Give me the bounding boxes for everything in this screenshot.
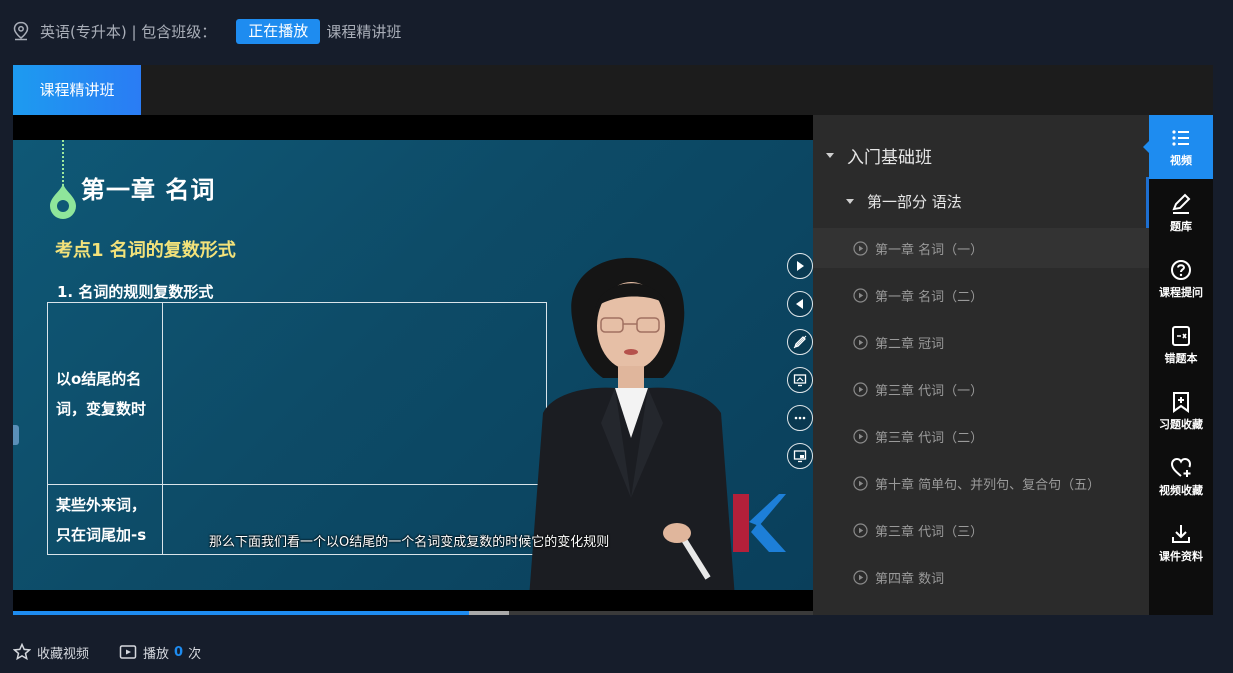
sidebar-item-wrong-book[interactable]: 错题本 <box>1149 313 1213 377</box>
lecture-slide: 第一章 名词 考点1 名词的复数形式 1. 名词的规则复数形式 以o结尾的名 词… <box>13 140 813 590</box>
class-tab-bar: 课程精讲班 <box>13 65 1213 115</box>
playlist-item-title: 第一章 名词（一） <box>875 242 984 258</box>
cell-line: 词，变复数时 <box>56 399 147 418</box>
playlist-item-title: 第三章 代词（一） <box>875 383 984 399</box>
slide-table: 以o结尾的名 词，变复数时 某些外来词， 只在词尾加-s <box>47 302 547 555</box>
sidebar-item-video-favorites[interactable]: 视频收藏 <box>1149 445 1213 509</box>
sidebar-label: 视频 <box>1170 153 1192 167</box>
sidebar-item-video[interactable]: 视频 <box>1143 115 1213 179</box>
player-frame: 课程精讲班 第一章 名词 考点1 名词的复数形式 1. 名词的规则复数形式 以o… <box>13 65 1213 615</box>
caret-down-icon <box>846 199 854 204</box>
more-icon[interactable] <box>787 405 813 431</box>
playlist-item-title: 第三章 代词（二） <box>875 430 984 446</box>
sidebar-item-course-materials[interactable]: 课件资料 <box>1149 511 1213 575</box>
favorite-label: 收藏视频 <box>37 646 90 662</box>
video-player[interactable]: 第一章 名词 考点1 名词的复数形式 1. 名词的规则复数形式 以o结尾的名 词… <box>13 115 813 615</box>
video-tool-column <box>787 253 813 481</box>
played-bar <box>13 611 469 615</box>
playlist-item[interactable]: 第一章 名词（一） <box>813 228 1149 268</box>
sidebar-label: 课件资料 <box>1159 549 1203 563</box>
video-subtitle: 那么下面我们看一个以O结尾的一个名词变成复数的时候它的变化规则 <box>209 535 610 550</box>
playlist-item-title: 第三章 代词（三） <box>875 524 984 540</box>
playlist-item[interactable]: 第三章 代词（一） <box>813 369 1149 409</box>
table-row: 以o结尾的名 词，变复数时 <box>47 302 547 485</box>
sidebar-label: 视频收藏 <box>1159 483 1203 497</box>
slide-key-point: 考点1 名词的复数形式 <box>55 240 236 261</box>
rewind-icon[interactable] <box>787 291 813 317</box>
cell-line: 只在词尾加-s <box>56 525 147 544</box>
edit-icon <box>1172 193 1191 214</box>
pip-icon[interactable] <box>787 443 813 469</box>
play-unit: 次 <box>188 646 202 662</box>
play-circle-icon <box>853 522 868 538</box>
sidebar-item-course-questions[interactable]: 课程提问 <box>1149 247 1213 311</box>
table-cell-content <box>162 302 547 485</box>
heart-add-icon <box>1170 457 1192 477</box>
play-box-icon <box>119 645 137 659</box>
wrongbook-icon <box>1172 325 1190 346</box>
slide-chapter-title: 第一章 名词 <box>81 176 216 204</box>
playlist-item-title: 第一章 名词（二） <box>875 289 984 305</box>
playlist-item[interactable]: 第十章 简单句、并列句、复合句（五） <box>813 463 1149 503</box>
playlist-item[interactable]: 第二章 冠词 <box>813 322 1149 362</box>
video-progress-bar[interactable] <box>13 611 813 615</box>
caret-down-icon <box>826 153 834 158</box>
section-title: 入门基础班 <box>847 148 932 168</box>
play-circle-icon <box>853 240 868 256</box>
course-name: 英语(专升本) | 包含班级： <box>40 22 217 41</box>
question-icon <box>1171 259 1191 280</box>
sidebar-label: 错题本 <box>1164 351 1198 365</box>
playlist-section[interactable]: 入门基础班 <box>826 143 932 168</box>
play-circle-icon <box>853 569 868 585</box>
favorite-video-button[interactable]: 收藏视频 <box>13 643 89 662</box>
playlist-item-title: 第十章 简单句、并列句、复合句（五） <box>875 477 1101 493</box>
playlist-item[interactable]: 第一章 名词（二） <box>813 275 1149 315</box>
now-playing-badge: 正在播放 <box>236 18 321 44</box>
play-label: 播放 <box>143 646 170 662</box>
cell-line: 某些外来词， <box>56 495 147 514</box>
play-circle-icon <box>853 475 868 491</box>
play-count: 播放 0 次 <box>119 643 201 662</box>
tab-course-class[interactable]: 课程精讲班 <box>13 65 141 115</box>
playlist-item[interactable]: 第四章 数词 <box>813 557 1149 597</box>
play-circle-icon <box>853 428 868 444</box>
play-circle-icon <box>853 334 868 350</box>
video-actions-bar: 收藏视频 播放 0 次 <box>13 640 231 664</box>
table-cell-label: 某些外来词， 只在词尾加-s <box>47 484 163 555</box>
brand-logo-icon <box>733 494 786 552</box>
class-name[interactable]: 课程精讲班 <box>326 21 401 42</box>
playlist-item-title: 第二章 冠词 <box>875 336 945 352</box>
cell-line: 以o结尾的名 <box>56 369 142 388</box>
chapter-playlist: 入门基础班 第一部分 语法 第一章 名词（一） 第一章 名词（二） 第二章 冠词第三… <box>813 115 1149 615</box>
playlist-item[interactable]: 第三章 代词（二） <box>813 416 1149 456</box>
location-pin-icon <box>13 21 29 41</box>
right-sidebar: 视频 题库 课程提问 错题本 习题收藏 视频收藏 课件资料 <box>1143 115 1213 615</box>
play-count-value: 0 <box>174 644 184 660</box>
playlist-item[interactable]: 第三章 代词（三） <box>813 510 1149 550</box>
pen-icon[interactable] <box>787 329 813 355</box>
sidebar-label: 题库 <box>1170 219 1192 233</box>
playlist-subsection[interactable]: 第一部分 语法 <box>846 191 962 212</box>
sidebar-label: 习题收藏 <box>1159 417 1203 431</box>
play-circle-icon <box>853 381 868 397</box>
sidebar-label: 课程提问 <box>1159 285 1203 299</box>
download-icon <box>1172 524 1190 543</box>
collapse-handle[interactable] <box>13 425 19 445</box>
playlist-item-title: 第四章 数词 <box>875 571 945 587</box>
subsection-title: 第一部分 语法 <box>867 193 962 211</box>
screen-icon[interactable] <box>787 367 813 393</box>
bookmark-add-icon <box>1173 391 1189 413</box>
star-icon <box>13 643 31 661</box>
table-cell-label: 以o结尾的名 词，变复数时 <box>47 302 163 485</box>
slide-pin-decoration <box>50 182 76 219</box>
sidebar-item-exercise-favorites[interactable]: 习题收藏 <box>1149 379 1213 443</box>
course-info-bar: 英语(专升本) | 包含班级： 正在播放 课程精讲班 <box>12 18 401 44</box>
play-circle-icon <box>853 287 868 303</box>
slide-rule-heading: 1. 名词的规则复数形式 <box>57 283 214 301</box>
play-circle-icon[interactable] <box>787 253 813 279</box>
sidebar-item-question-bank[interactable]: 题库 <box>1149 181 1213 245</box>
list-icon <box>1172 129 1189 146</box>
